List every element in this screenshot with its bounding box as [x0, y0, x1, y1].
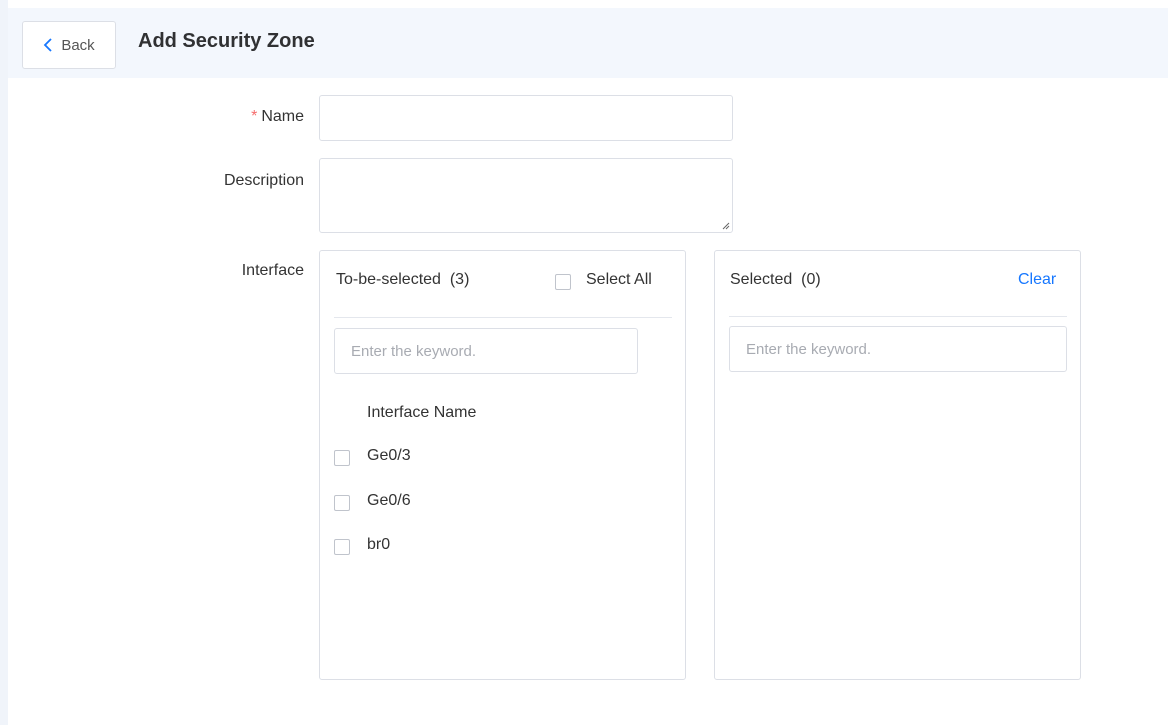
description-textarea[interactable]	[319, 158, 733, 233]
to-be-selected-header: To-be-selected (3)	[336, 271, 469, 289]
panel-divider	[729, 316, 1067, 317]
back-button-label: Back	[61, 36, 95, 54]
page-header: Back Add Security Zone	[8, 8, 1168, 78]
item-label[interactable]: br0	[367, 536, 390, 554]
name-input[interactable]	[319, 95, 733, 141]
selected-header: Selected (0)	[730, 271, 821, 289]
name-label: Name	[261, 108, 304, 125]
select-all-label[interactable]: Select All	[586, 271, 652, 289]
resize-grip-icon[interactable]	[720, 220, 730, 230]
item-checkbox[interactable]	[334, 450, 350, 466]
to-be-selected-count: (3)	[449, 271, 470, 288]
left-edge-strip	[0, 0, 8, 725]
select-all-checkbox[interactable]	[555, 274, 571, 290]
to-be-selected-title: To-be-selected	[336, 271, 441, 288]
column-header-interface-name: Interface Name	[367, 404, 477, 421]
required-mark: *	[251, 108, 258, 125]
selected-title: Selected	[730, 271, 793, 288]
item-label[interactable]: Ge0/3	[367, 447, 411, 465]
clear-link[interactable]: Clear	[1018, 271, 1056, 289]
chevron-left-icon	[43, 38, 53, 52]
item-checkbox[interactable]	[334, 495, 350, 511]
selected-panel: Selected (0) Clear	[714, 250, 1081, 680]
panel-divider	[334, 317, 672, 318]
right-search-input[interactable]	[729, 326, 1067, 372]
left-search-input[interactable]	[334, 328, 638, 374]
page-title: Add Security Zone	[138, 30, 315, 52]
back-button[interactable]: Back	[22, 21, 116, 69]
name-label-row: * Name	[104, 108, 304, 126]
item-checkbox[interactable]	[334, 539, 350, 555]
interface-label: Interface	[241, 262, 304, 279]
description-label: Description	[223, 172, 304, 189]
to-be-selected-panel: To-be-selected (3) Select All Interface …	[319, 250, 686, 680]
item-label[interactable]: Ge0/6	[367, 492, 411, 510]
selected-count: (0)	[801, 271, 821, 288]
